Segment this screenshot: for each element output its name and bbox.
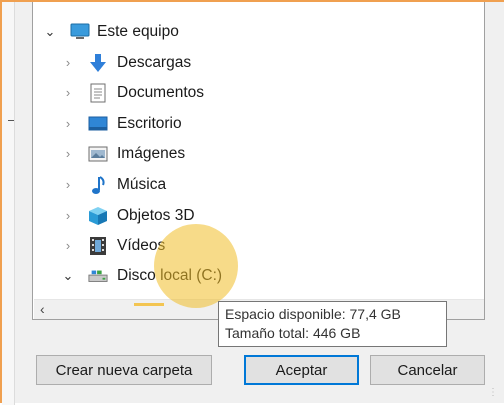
document-icon [88, 83, 108, 103]
tree-item-imagenes[interactable]: › Imágenes [33, 139, 453, 169]
tree-item-escritorio[interactable]: › Escritorio [33, 109, 453, 139]
chevron-right-icon[interactable]: › [62, 239, 74, 253]
download-arrow-icon [88, 53, 108, 73]
resize-grip-icon[interactable]: ⋮ [488, 387, 498, 398]
tree-item-objetos-3d[interactable]: › Objetos 3D [33, 201, 453, 231]
cursor-highlight [154, 224, 238, 308]
tree-item-label: Objetos 3D [117, 207, 195, 224]
accept-button[interactable]: Aceptar [244, 355, 359, 385]
pictures-icon [88, 144, 108, 164]
music-note-icon [88, 175, 108, 195]
chevron-down-icon[interactable]: ⌄ [44, 25, 56, 39]
tree-item-musica[interactable]: › Música [33, 170, 453, 200]
folder-tree[interactable]: ⌄ Este equipo › Descargas › Documentos › [32, 2, 485, 320]
tree-item-label: Documentos [117, 84, 205, 101]
chevron-right-icon[interactable]: › [62, 56, 74, 70]
scroll-left-icon[interactable]: ‹ [40, 301, 45, 317]
tree-item-label: Descargas [117, 54, 192, 71]
film-icon [88, 236, 108, 256]
folder-browser-dialog: ⌄ Este equipo › Descargas › Documentos › [0, 0, 504, 405]
tooltip-total-size: Tamaño total: 446 GB [225, 325, 361, 341]
tree-item-este-equipo[interactable]: ⌄ Este equipo [33, 17, 453, 47]
monitor-icon [70, 22, 90, 42]
tree-item-label: Este equipo [97, 23, 179, 40]
background-window-strip [2, 2, 15, 405]
chevron-right-icon[interactable]: › [62, 178, 74, 192]
tree-item-descargas[interactable]: › Descargas [33, 48, 453, 78]
cancel-button[interactable]: Cancelar [370, 355, 485, 385]
tooltip-free-space: Espacio disponible: 77,4 GB [225, 306, 401, 322]
chevron-right-icon[interactable]: › [62, 209, 74, 223]
tree-item-videos[interactable]: › Vídeos [33, 231, 453, 261]
tree-item-label: Imágenes [117, 145, 186, 162]
drive-icon [88, 266, 108, 286]
scrollbar-thumb[interactable] [134, 303, 164, 306]
chevron-right-icon[interactable]: › [62, 117, 74, 131]
chevron-right-icon[interactable]: › [62, 147, 74, 161]
chevron-down-icon[interactable]: ⌄ [62, 269, 74, 283]
tree-item-disco-local[interactable]: ⌄ Disco local (C:) [33, 261, 453, 291]
new-folder-button[interactable]: Crear nueva carpeta [36, 355, 212, 385]
3d-cube-icon [88, 206, 108, 226]
desktop-icon [88, 114, 108, 134]
drive-tooltip: Espacio disponible: 77,4 GB Tamaño total… [218, 301, 447, 347]
tree-item-label: Escritorio [117, 115, 182, 132]
chevron-right-icon[interactable]: › [62, 86, 74, 100]
divider [8, 120, 14, 121]
tree-item-documentos[interactable]: › Documentos [33, 78, 453, 108]
tree-item-label: Música [117, 176, 167, 193]
